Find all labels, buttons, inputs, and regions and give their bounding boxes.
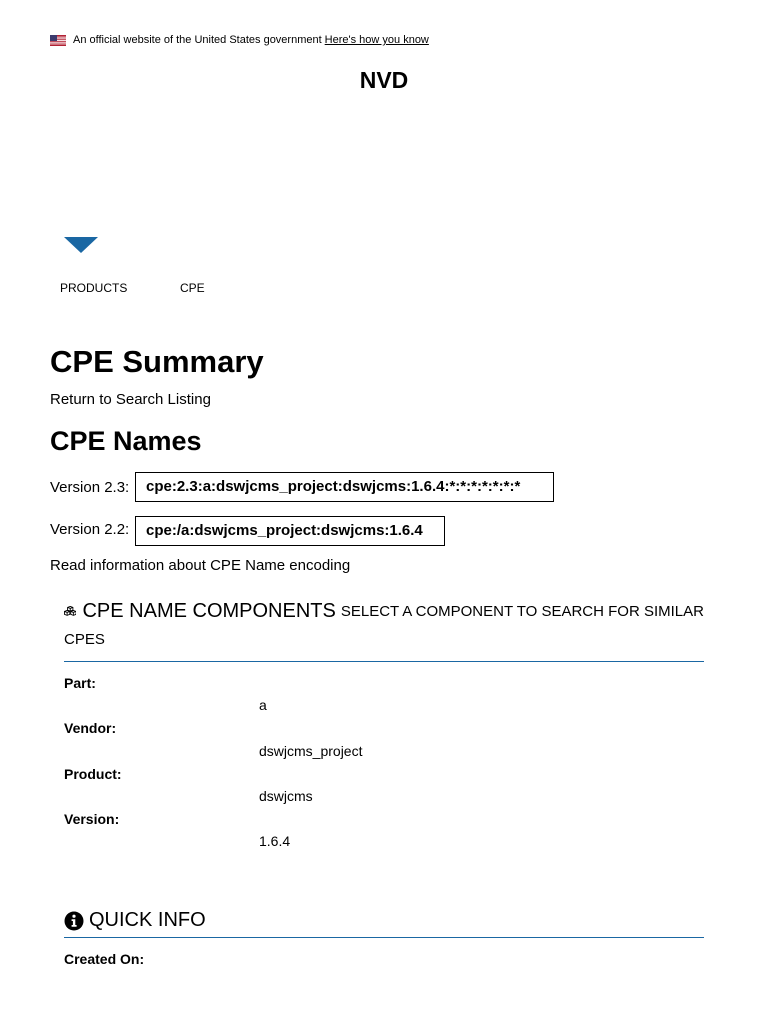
product-value[interactable]: dswjcms bbox=[259, 787, 313, 805]
components-section-header: CPE NAME COMPONENTS SELECT A COMPONENT T… bbox=[64, 596, 704, 662]
created-on-label: Created On: bbox=[64, 951, 145, 967]
cpe-names-heading: CPE Names bbox=[50, 426, 202, 456]
return-to-search-link[interactable]: Return to Search Listing bbox=[50, 390, 211, 410]
product-label: Product: bbox=[64, 766, 122, 782]
quick-info-section-header: QUICK INFO bbox=[64, 904, 704, 938]
gov-banner: An official website of the United States… bbox=[50, 33, 429, 47]
version-23-label: Version 2.3: bbox=[50, 479, 130, 496]
version-23-value: cpe:2.3:a:dswjcms_project:dswjcms:1.6.4:… bbox=[135, 472, 554, 502]
vendor-value[interactable]: dswjcms_project bbox=[259, 742, 362, 760]
components-title: CPE NAME COMPONENTS bbox=[82, 599, 336, 622]
us-flag-icon bbox=[50, 34, 66, 46]
version-22-value: cpe:/a:dswjcms_project:dswjcms:1.6.4 bbox=[135, 516, 445, 546]
site-title[interactable]: NVD bbox=[0, 66, 768, 94]
caret-down-icon[interactable] bbox=[64, 237, 98, 253]
info-circle-icon bbox=[64, 911, 84, 930]
gov-banner-text: An official website of the United States… bbox=[73, 34, 322, 46]
components-subtitle: SELECT A COMPONENT TO SEARCH FOR SIMILAR bbox=[340, 602, 704, 620]
cubes-icon bbox=[64, 606, 77, 616]
vendor-label: Vendor: bbox=[64, 720, 117, 736]
version-label: Version: bbox=[64, 811, 120, 827]
cpe-encoding-info-link[interactable]: Read information about CPE Name encoding bbox=[50, 556, 350, 576]
components-subtitle-cont: CPES bbox=[64, 631, 105, 648]
version-22-label: Version 2.2: bbox=[50, 521, 130, 538]
quick-info-title: QUICK INFO bbox=[89, 909, 206, 931]
page-title: CPE Summary bbox=[50, 344, 264, 379]
heres-how-you-know-link[interactable]: Here's how you know bbox=[325, 33, 429, 47]
version-value[interactable]: 1.6.4 bbox=[259, 832, 290, 850]
part-value[interactable]: a bbox=[259, 696, 267, 714]
part-label: Part: bbox=[64, 675, 96, 691]
breadcrumb-products[interactable]: PRODUCTS bbox=[60, 281, 127, 295]
breadcrumb-cpe[interactable]: CPE bbox=[180, 281, 205, 295]
